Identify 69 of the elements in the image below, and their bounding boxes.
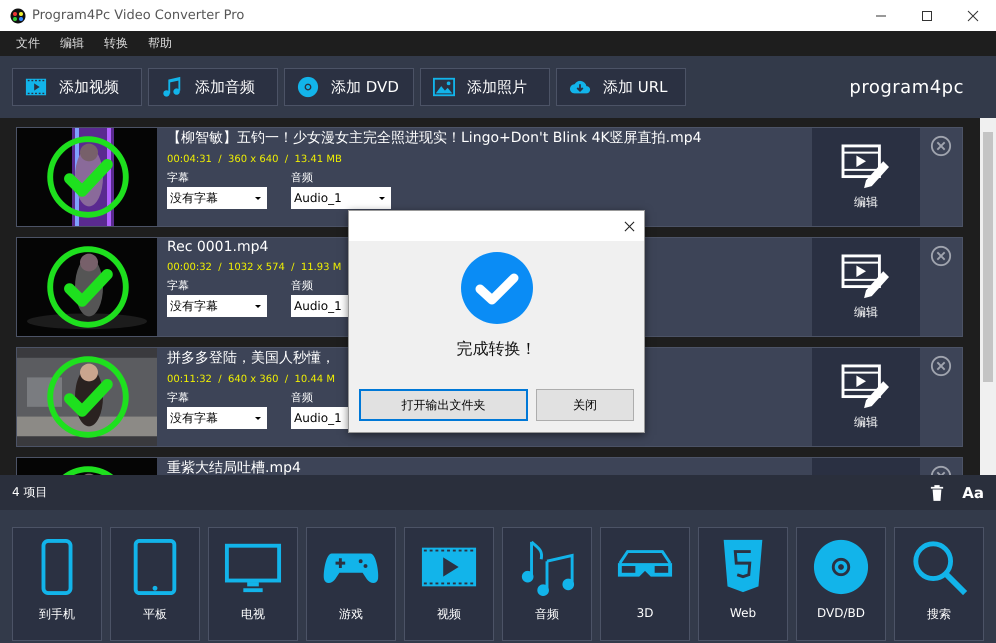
file-details: 00:00:32 / 1032 x 574 / 11.93 M <box>167 262 342 273</box>
category-tile[interactable]: DVD/BD <box>796 527 886 641</box>
window-title: Program4Pc Video Converter Pro <box>32 8 246 23</box>
category-tile[interactable]: 游戏 <box>306 527 396 641</box>
disc-icon <box>297 76 319 98</box>
dropdown-arrow-icon <box>255 196 261 200</box>
dropdown-arrow-icon <box>255 304 261 308</box>
menu-item[interactable]: 编辑 <box>52 35 92 52</box>
audio-label: 音频 <box>291 390 314 405</box>
dropdown-arrow-icon <box>379 196 385 200</box>
edit-button[interactable]: 编辑 <box>812 238 920 336</box>
close-button[interactable]: 关闭 <box>536 389 634 421</box>
file-name: 重紫大结局吐槽.mp4 <box>167 459 302 475</box>
scrollbar[interactable] <box>980 118 996 475</box>
audio-label: 音频 <box>291 278 314 293</box>
category-tile[interactable]: 到手机 <box>12 527 102 641</box>
add-button[interactable]: 添加音频 <box>148 68 278 106</box>
subtitle-label: 字幕 <box>167 170 190 185</box>
film-pencil-icon <box>841 144 891 190</box>
remove-icon[interactable] <box>930 355 952 377</box>
category-tile[interactable]: 搜索 <box>894 527 984 641</box>
maximize-icon[interactable] <box>921 10 933 22</box>
app-logo-icon <box>10 8 26 24</box>
menu-item[interactable]: 转换 <box>96 35 136 52</box>
audio-label: 音频 <box>291 170 314 185</box>
file-details: 00:04:31 / 360 x 640 / 13.41 MB <box>167 154 343 165</box>
subtitle-label: 字幕 <box>167 278 190 293</box>
film-pencil-icon <box>841 364 891 410</box>
subtitle-dropdown[interactable]: 没有字幕 <box>167 187 267 209</box>
font-button[interactable]: Aa <box>962 484 984 502</box>
file-name: 拼多多登陆，美国人秒懂， <box>167 349 336 367</box>
add-button[interactable]: 添加 DVD <box>284 68 414 106</box>
category-tile[interactable]: Web <box>698 527 788 641</box>
add-button[interactable]: 添加视频 <box>12 68 142 106</box>
trash-icon[interactable] <box>930 484 944 502</box>
open-folder-button[interactable]: 打开输出文件夹 <box>359 389 528 421</box>
remove-icon[interactable] <box>930 245 952 267</box>
disc-icon <box>812 538 870 596</box>
menu-item[interactable]: 帮助 <box>140 35 180 52</box>
music-note-icon <box>161 76 183 98</box>
close-icon[interactable] <box>967 10 979 22</box>
edit-button[interactable]: 编辑 <box>812 128 920 226</box>
category-tile[interactable]: 电视 <box>208 527 298 641</box>
file-name: 【柳智敏】五钓一！少女漫女主完全照进现实！Lingo+Don't Blink 4K竖屏直拍.mp4 <box>167 129 703 147</box>
remove-icon[interactable] <box>930 135 952 157</box>
category-tile[interactable]: 平板 <box>110 527 200 641</box>
subtitle-dropdown[interactable]: 没有字幕 <box>167 407 267 429</box>
file-name: Rec 0001.mp4 <box>167 239 270 255</box>
add-button[interactable]: 添加照片 <box>420 68 550 106</box>
file-item[interactable]: 【柳智敏】五钓一！少女漫女主完全照进现实！Lingo+Don't Blink 4K竖屏直拍.mp4 00:04:31 / 360 x 640 / 13.41 MB 字幕 没有字幕 音频 Audio_1 编辑 <box>16 127 963 227</box>
brand-logo: program4pc <box>849 76 964 98</box>
subtitle-label: 字幕 <box>167 390 190 405</box>
add-button[interactable]: 添加 URL <box>556 68 686 106</box>
close-icon[interactable] <box>624 220 635 232</box>
item-count: 4 项目 <box>12 484 48 501</box>
file-details: 00:11:32 / 640 x 360 / 10.44 M <box>167 374 336 385</box>
category-tile[interactable]: 3D <box>600 527 690 641</box>
film-pencil-icon <box>841 254 891 300</box>
category-tile[interactable]: 音频 <box>502 527 592 641</box>
dropdown-arrow-icon <box>255 416 261 420</box>
subtitle-dropdown[interactable]: 没有字幕 <box>167 295 267 317</box>
file-item[interactable]: 重紫大结局吐槽.mp4 <box>16 457 963 475</box>
category-tile[interactable]: 视频 <box>404 527 494 641</box>
audio-dropdown[interactable]: Audio_1 <box>291 187 391 209</box>
edit-button[interactable]: 编辑 <box>812 348 920 446</box>
film-icon <box>25 76 47 98</box>
image-icon <box>433 76 455 98</box>
check-circle-icon <box>460 251 534 325</box>
menu-item[interactable]: 文件 <box>8 35 48 52</box>
